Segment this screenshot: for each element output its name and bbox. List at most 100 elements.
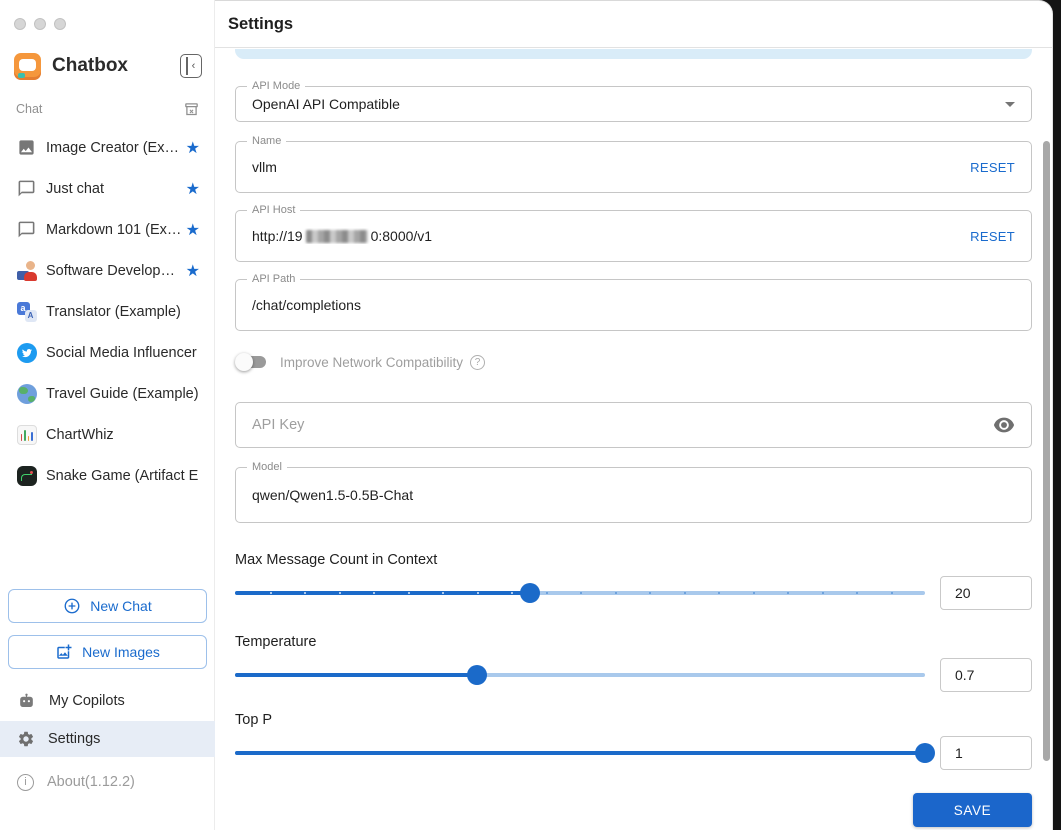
max-message-count-label: Max Message Count in Context: [235, 552, 438, 568]
window-minimize-button[interactable]: [34, 18, 46, 30]
scrolled-tab-remnant: [235, 49, 1032, 59]
eye-icon[interactable]: [993, 417, 1015, 433]
list-item-chartwhiz[interactable]: ChartWhiz: [0, 414, 214, 455]
list-item-software-developer[interactable]: Software Develop… ★: [0, 250, 214, 291]
slider-thumb[interactable]: [520, 583, 541, 603]
max-message-count-slider[interactable]: [235, 576, 925, 610]
window-close-button[interactable]: [14, 18, 26, 30]
dialog-title: Settings: [228, 14, 294, 33]
snake-game-icon: [16, 465, 37, 486]
chat-section-label: Chat: [16, 102, 43, 116]
list-item-translator[interactable]: aA Translator (Example): [0, 291, 214, 332]
list-item-image-creator[interactable]: Image Creator (Ex… ★: [0, 127, 214, 168]
robot-icon: [17, 692, 36, 711]
slider-thumb[interactable]: [466, 665, 487, 685]
redacted-text: [305, 230, 368, 243]
info-icon: i: [17, 773, 34, 791]
api-path-label: API Path: [247, 273, 301, 285]
api-path-field[interactable]: API Path /chat/completions: [235, 273, 1032, 331]
api-mode-select[interactable]: API Mode OpenAI API Compatible: [235, 80, 1032, 122]
sidebar-item-my-copilots[interactable]: My Copilots: [0, 683, 215, 719]
gear-icon: [17, 730, 35, 748]
list-item-label: Travel Guide (Example): [46, 385, 199, 402]
window-controls: [14, 18, 66, 30]
list-item-label: Translator (Example): [46, 303, 181, 320]
top-p-input[interactable]: 1: [940, 736, 1032, 770]
chatbox-app: Chatbox ‹ Chat Image Creator (Ex… ★ Just…: [0, 0, 1061, 830]
api-key-placeholder: API Key: [252, 417, 305, 433]
slider-thumb[interactable]: [915, 743, 935, 763]
star-icon[interactable]: ★: [186, 138, 200, 158]
name-value: vllm: [252, 159, 277, 175]
image-icon: [16, 137, 37, 158]
name-field[interactable]: Name vllm RESET: [235, 135, 1032, 193]
my-copilots-label: My Copilots: [49, 693, 125, 709]
about-label: About(1.12.2): [47, 774, 135, 790]
sidebar: Chatbox ‹ Chat Image Creator (Ex… ★ Just…: [0, 0, 215, 830]
network-compatibility-toggle[interactable]: [235, 352, 269, 372]
conversation-list: Image Creator (Ex… ★ Just chat ★ Markdow…: [0, 127, 214, 496]
settings-label: Settings: [48, 731, 101, 747]
api-path-value: /chat/completions: [252, 297, 361, 313]
star-icon[interactable]: ★: [186, 261, 200, 281]
brand-row: Chatbox ‹: [14, 50, 202, 82]
new-chat-label: New Chat: [90, 598, 152, 614]
help-icon[interactable]: ?: [470, 354, 486, 370]
temperature-slider[interactable]: [235, 658, 925, 692]
chat-bubble-icon: [16, 178, 37, 199]
list-item-label: Just chat: [46, 180, 105, 197]
temperature-label: Temperature: [235, 634, 317, 650]
list-item-label: ChartWhiz: [46, 426, 114, 443]
network-compatibility-label: Improve Network Compatibility: [280, 354, 464, 370]
list-item-label: Software Develop…: [46, 262, 175, 279]
scrollbar[interactable]: [1043, 141, 1050, 761]
temperature-input[interactable]: 0.7: [940, 658, 1032, 692]
star-icon[interactable]: ★: [186, 179, 200, 199]
top-p-slider[interactable]: [235, 736, 935, 770]
api-mode-label: API Mode: [247, 80, 306, 92]
settings-dialog: Settings API Mode OpenAI API Compatible …: [215, 0, 1053, 830]
api-mode-value: OpenAI API Compatible: [252, 96, 400, 112]
chat-bubble-icon: [16, 219, 37, 240]
collapse-sidebar-icon[interactable]: ‹: [180, 54, 202, 78]
list-item-snake-game[interactable]: Snake Game (Artifact E…: [0, 455, 214, 496]
list-item-label: Snake Game (Artifact E…: [46, 467, 200, 484]
max-message-count-input[interactable]: 20: [940, 576, 1032, 610]
chevron-down-icon[interactable]: [1005, 101, 1015, 107]
list-item-just-chat[interactable]: Just chat ★: [0, 168, 214, 209]
new-images-label: New Images: [82, 644, 160, 660]
settings-form: API Mode OpenAI API Compatible Name vllm…: [215, 80, 1052, 827]
developer-avatar-icon: [16, 260, 37, 281]
temperature-row: 0.7: [235, 658, 1032, 692]
chat-section-header: Chat: [16, 100, 200, 118]
sidebar-item-about[interactable]: i About(1.12.2): [0, 764, 215, 800]
new-chat-button[interactable]: New Chat: [8, 589, 207, 623]
dialog-header: Settings: [215, 1, 1052, 48]
api-key-field[interactable]: API Key: [235, 402, 1032, 448]
list-item-markdown-101[interactable]: Markdown 101 (Ex… ★: [0, 209, 214, 250]
network-compatibility-row: Improve Network Compatibility ?: [235, 351, 1032, 373]
sidebar-item-settings[interactable]: Settings: [0, 721, 215, 757]
new-images-button[interactable]: New Images: [8, 635, 207, 669]
archive-box-icon[interactable]: [183, 101, 200, 118]
translator-avatar-icon: aA: [16, 301, 37, 322]
max-message-count-row: 20: [235, 576, 1032, 610]
model-value: qwen/Qwen1.5-0.5B-Chat: [252, 487, 414, 503]
star-icon[interactable]: ★: [186, 220, 200, 240]
list-item-label: Image Creator (Ex…: [46, 139, 179, 156]
window-zoom-button[interactable]: [54, 18, 66, 30]
api-host-field[interactable]: API Host http://19 0:8000/v1 RESET: [235, 204, 1032, 262]
save-button[interactable]: SAVE: [913, 793, 1032, 827]
window-edge: [1053, 0, 1061, 830]
bar-chart-icon: [16, 424, 37, 445]
api-host-reset-button[interactable]: RESET: [970, 229, 1015, 244]
brand-title: Chatbox: [52, 55, 128, 76]
plus-circle-icon: [63, 597, 81, 615]
list-item-travel-guide[interactable]: Travel Guide (Example): [0, 373, 214, 414]
list-item-label: Social Media Influencer …: [46, 344, 200, 361]
model-field[interactable]: Model qwen/Qwen1.5-0.5B-Chat: [235, 461, 1032, 523]
twitter-bird-icon: [16, 342, 37, 363]
name-reset-button[interactable]: RESET: [970, 160, 1015, 175]
top-p-row: 1: [235, 736, 1032, 770]
list-item-social-media[interactable]: Social Media Influencer …: [0, 332, 214, 373]
